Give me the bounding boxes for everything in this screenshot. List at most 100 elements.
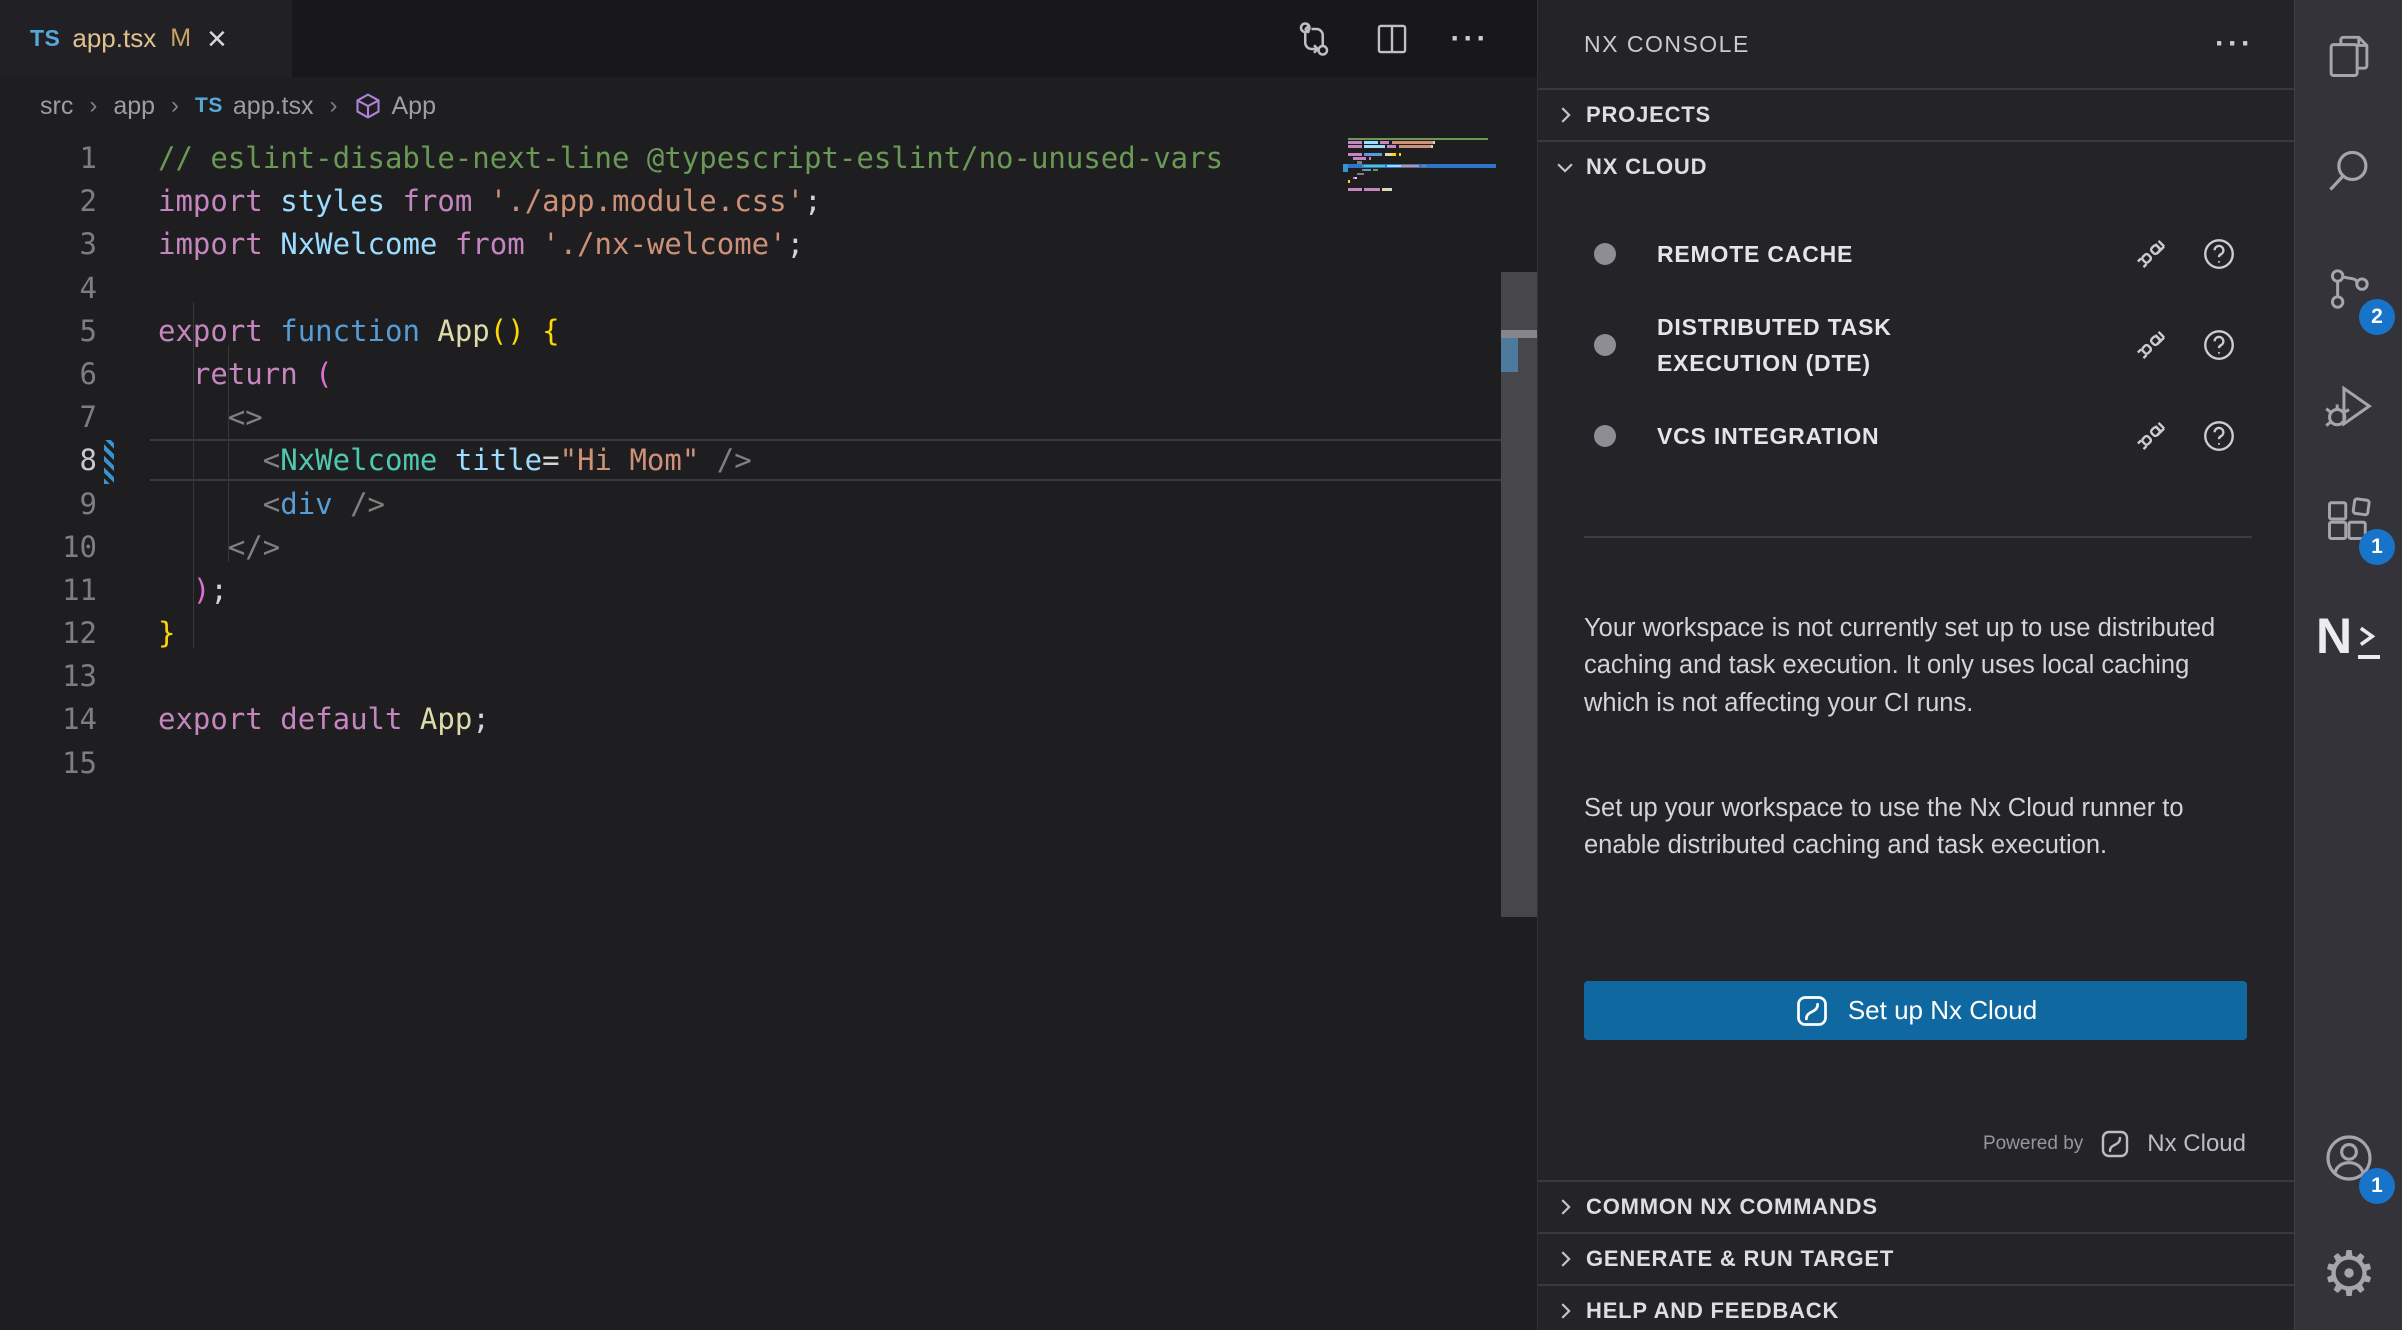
code-line-10: 10 </> xyxy=(0,526,1348,569)
ts-file-icon: TS xyxy=(30,25,60,52)
breadcrumb-separator: › xyxy=(89,92,97,120)
run-debug-icon xyxy=(2322,380,2376,439)
code-line-text: import NxWelcome from './nx-welcome'; xyxy=(97,223,804,266)
nx-console-activity-button[interactable]: N xyxy=(2295,582,2402,690)
help-circle-icon[interactable] xyxy=(2198,324,2240,366)
more-actions-icon[interactable]: ··· xyxy=(1448,17,1492,61)
indent-guide xyxy=(228,345,229,562)
breadcrumb-item-src[interactable]: src xyxy=(40,92,73,121)
code-line-13: 13 xyxy=(0,655,1348,698)
code-line-text: <NxWelcome title="Hi Mom" /> xyxy=(97,439,752,482)
section-label: HELP AND FEEDBACK xyxy=(1586,1298,1839,1324)
overview-ruler-modified-marker xyxy=(1501,338,1518,372)
chevron-down-icon xyxy=(1552,154,1578,180)
breadcrumb-label: App xyxy=(392,92,436,121)
powered-by[interactable]: Powered by Nx Cloud xyxy=(1983,1122,2246,1166)
code-line-text xyxy=(97,267,158,310)
code-line-text: ); xyxy=(97,569,228,612)
section-help-and-feedback[interactable]: HELP AND FEEDBACK xyxy=(1538,1284,2294,1330)
cloud-item-label: VCS INTEGRATION xyxy=(1657,418,1997,454)
settings-gear-activity-button[interactable]: ⚙ xyxy=(2295,1221,2402,1329)
code-line-text: return ( xyxy=(97,353,333,396)
breadcrumb-item-app[interactable]: app xyxy=(113,92,155,121)
section-common-nx-commands[interactable]: COMMON NX COMMANDS xyxy=(1538,1180,2294,1232)
minimap[interactable] xyxy=(1348,137,1496,337)
code-line-text xyxy=(97,655,158,698)
tab-bar: TS app.tsx M × ··· xyxy=(0,0,1537,77)
badge: 1 xyxy=(2359,1168,2395,1204)
code-line-text: // eslint-disable-next-line @typescript-… xyxy=(97,137,1223,180)
line-number: 10 xyxy=(0,526,97,569)
extensions-activity-button[interactable]: 1 xyxy=(2295,467,2402,575)
breadcrumb-label: src xyxy=(40,92,73,121)
divider xyxy=(1584,536,2252,538)
line-number: 13 xyxy=(0,655,97,698)
cloud-item-vcs-integration[interactable]: VCS INTEGRATION xyxy=(1538,410,2294,462)
cloud-item-remote-cache[interactable]: REMOTE CACHE xyxy=(1538,228,2294,280)
section-nx-cloud[interactable]: NX CLOUD xyxy=(1538,140,2294,192)
line-number: 2 xyxy=(0,180,97,223)
breadcrumb-item-app[interactable]: App xyxy=(354,92,436,121)
tab-app-tsx[interactable]: TS app.tsx M × xyxy=(0,0,292,77)
connect-plug-icon[interactable] xyxy=(2130,415,2172,457)
settings-gear-icon: ⚙ xyxy=(2321,1244,2377,1306)
code-line-7: 7 <> xyxy=(0,396,1348,439)
line-number: 11 xyxy=(0,569,97,612)
section-projects[interactable]: PROJECTS xyxy=(1538,88,2294,140)
code-line-15: 15 xyxy=(0,742,1348,785)
search-icon xyxy=(2322,144,2376,203)
nx-cloud-logo-icon xyxy=(2099,1128,2131,1160)
code-line-text: export function App() { xyxy=(97,310,560,353)
chevron-right-icon xyxy=(1552,102,1578,128)
editor-group: TS app.tsx M × ··· xyxy=(0,0,1537,1330)
panel-more-actions-icon[interactable]: ··· xyxy=(2215,27,2254,61)
help-circle-icon[interactable] xyxy=(2198,233,2240,275)
section-label: GENERATE & RUN TARGET xyxy=(1586,1246,1894,1272)
connect-plug-icon[interactable] xyxy=(2130,324,2172,366)
chevron-right-icon xyxy=(1552,1246,1578,1272)
line-number: 14 xyxy=(0,698,97,741)
workspace-status-text: Your workspace is not currently set up t… xyxy=(1584,610,2234,722)
line-number: 12 xyxy=(0,612,97,655)
code-line-text: </> xyxy=(97,526,280,569)
ts-icon: TS xyxy=(195,94,223,118)
editor-scrollbar xyxy=(1496,77,1537,1330)
code-line-5: 5export function App() { xyxy=(0,310,1348,353)
code-line-6: 6 return ( xyxy=(0,353,1348,396)
tab-filename: app.tsx xyxy=(72,23,156,54)
code-line-8: 8 <NxWelcome title="Hi Mom" /> xyxy=(0,439,1348,482)
search-activity-button[interactable] xyxy=(2295,119,2402,227)
editor-actions: ··· xyxy=(1292,0,1492,77)
code-line-4: 4 xyxy=(0,267,1348,310)
explorer-icon xyxy=(2323,30,2375,87)
source-control-activity-button[interactable]: 2 xyxy=(2295,237,2402,345)
line-number: 15 xyxy=(0,742,97,785)
code-line-9: 9 <div /> xyxy=(0,483,1348,526)
open-changes-icon[interactable] xyxy=(1292,17,1336,61)
connect-plug-icon[interactable] xyxy=(2130,233,2172,275)
code-line-2: 2import styles from './app.module.css'; xyxy=(0,180,1348,223)
cloud-item-distributed-task-execution-dte-[interactable]: DISTRIBUTED TASK EXECUTION (DTE) xyxy=(1538,300,2294,390)
section-label: COMMON NX COMMANDS xyxy=(1586,1194,1878,1220)
run-debug-activity-button[interactable] xyxy=(2295,355,2402,463)
line-number: 5 xyxy=(0,310,97,353)
line-number: 6 xyxy=(0,353,97,396)
breadcrumb-item-app-tsx[interactable]: TSapp.tsx xyxy=(195,92,313,121)
code-editor[interactable]: 1// eslint-disable-next-line @typescript… xyxy=(0,137,1348,785)
nx-console-panel: NX CONSOLE ··· PROJECTS NX CLOUD REMOTE … xyxy=(1537,0,2294,1330)
help-circle-icon[interactable] xyxy=(2198,415,2240,457)
account-activity-button[interactable]: 1 xyxy=(2295,1106,2402,1214)
close-tab-icon[interactable]: × xyxy=(207,22,227,56)
code-line-text: } xyxy=(97,612,175,655)
setup-button-label: Set up Nx Cloud xyxy=(1848,995,2037,1026)
setup-nx-cloud-button[interactable]: Set up Nx Cloud xyxy=(1584,981,2247,1040)
line-number: 3 xyxy=(0,223,97,266)
line-number: 7 xyxy=(0,396,97,439)
badge: 1 xyxy=(2359,529,2395,565)
powered-by-label: Powered by xyxy=(1983,1133,2083,1155)
split-editor-icon[interactable] xyxy=(1370,17,1414,61)
explorer-activity-button[interactable] xyxy=(2295,4,2402,112)
section-generate-run-target[interactable]: GENERATE & RUN TARGET xyxy=(1538,1232,2294,1284)
line-number: 9 xyxy=(0,483,97,526)
brand-label: Nx Cloud xyxy=(2147,1130,2246,1158)
